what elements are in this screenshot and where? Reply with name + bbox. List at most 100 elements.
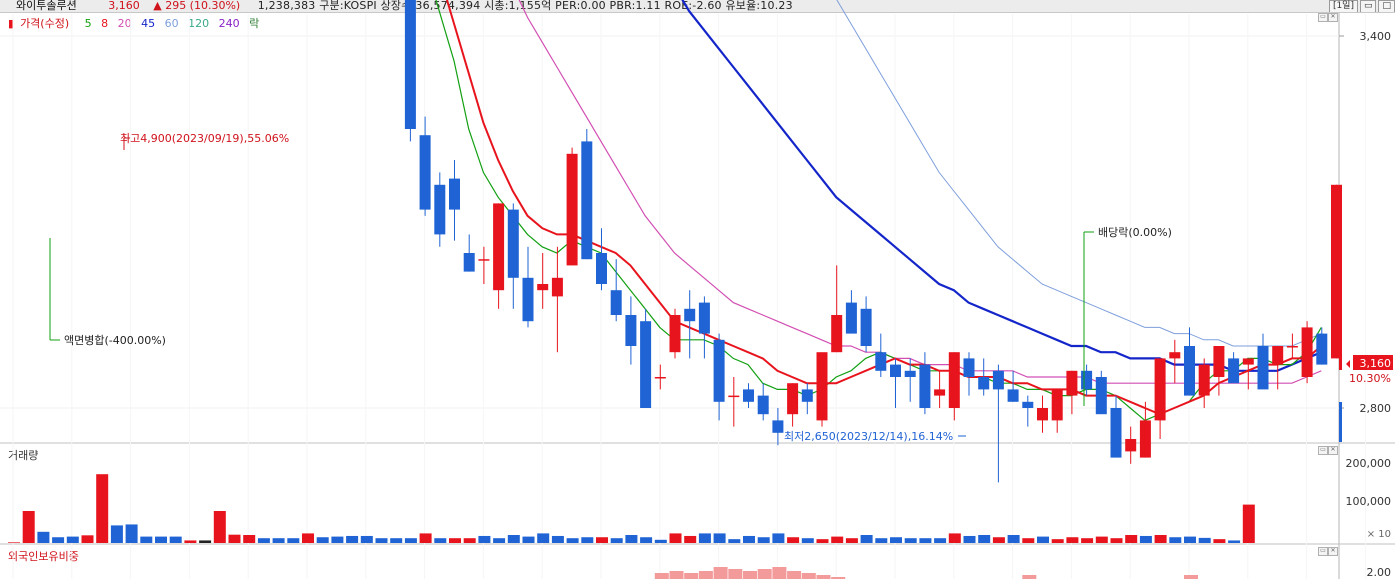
candle-body [507,209,519,278]
volume-bar [978,535,991,543]
volume-bar [566,538,579,543]
split-annotation: 액면병합(-400.00%) [64,334,166,347]
candle-body [625,315,637,346]
volume-bar [1007,535,1020,543]
volume-bar [52,537,65,543]
current-price-value: 3,160 [1360,357,1392,370]
volume-bar [243,535,256,543]
foreign-bar [728,569,743,579]
volume-bar [463,538,476,543]
volume-bar [743,535,755,543]
stock-chart[interactable]: 200,000 100,000 × 10 2.00 최고4,900(2023/09/… [0,0,1395,579]
volume-bar [228,534,241,543]
volume-bar [1110,538,1123,543]
low-annotation: 최저2,650(2023/12/14),16.14% [784,430,953,443]
volume-bar [1022,538,1035,543]
candle-body [934,389,946,396]
volume-bar [669,533,682,543]
volume-bar [845,538,858,543]
volume-bar [831,536,844,543]
candle-body [1213,346,1225,377]
candle-body [757,395,769,415]
volume-bar [757,537,770,543]
candle-body [728,395,740,398]
candle-body [860,308,872,346]
volume-bar [81,535,94,543]
candle-body [1037,408,1048,421]
volume-bar [1213,539,1226,543]
volume-bar [169,536,182,543]
foreign-bar [801,573,816,579]
candle-body [698,302,710,334]
ma45-line [681,0,1322,372]
candle-body [1110,408,1122,458]
foreign-bar [787,571,802,579]
dividend-annotation: 배당락(0.00%) [1098,226,1172,239]
volume-bar [375,538,388,543]
candle-body [1316,333,1328,365]
volume-bar [96,474,109,543]
volume-bar [654,539,667,543]
volume-bar [992,537,1005,543]
volume-bar [551,535,564,543]
candle-body [1301,327,1313,377]
candle-body [1242,358,1254,365]
candle-body [1154,358,1166,421]
candle-body [581,141,593,260]
candle-body [978,377,990,390]
foreign-bar [743,571,757,579]
candle-body [449,178,460,210]
candle-body [1228,358,1240,384]
volume-bar [684,535,697,543]
high-annotation: 최고4,900(2023/09/19),55.06% [120,132,289,145]
foreign-bar [713,567,728,579]
candle-body [787,383,799,415]
volume-bar [1125,535,1138,543]
volume-bar [963,535,976,543]
price-axis-label: 2,800 [1360,402,1392,415]
candle-body [1198,364,1210,396]
volume-bar [302,533,314,543]
volume-bar [22,511,35,543]
volume-bar [596,537,608,543]
volume-bar [625,535,638,543]
candle-body [772,420,784,433]
volume-bar [37,531,50,543]
volume-bar [890,537,902,543]
volume-bar [640,537,653,543]
volume-bar [772,533,785,543]
foreign-bar [1184,575,1198,579]
candle-body [551,277,563,297]
volume-bar [155,536,167,543]
volume-bar [1242,504,1255,543]
volume-bar [287,538,300,543]
volume-bar [522,536,535,543]
candle-body [992,370,1004,390]
foreign-bar [1022,575,1037,579]
volume-bar [66,536,79,543]
volume-bar [390,538,403,543]
volume-bar [360,535,373,543]
candle-body [684,308,696,322]
foreign-bar [654,573,669,579]
candle-body [537,284,549,291]
volume-axis-label: 200,000 [1346,457,1392,470]
foreign-bar [669,571,684,579]
volume-bar [316,537,329,543]
volume-bar [272,538,285,543]
foreign-bar [816,575,831,579]
volume-bar [434,538,447,543]
candle-body [963,358,975,377]
volume-bar [493,538,506,543]
candle-body [743,389,754,402]
volume-axis-unit: × 10 [1367,529,1391,540]
volume-bar [1095,536,1108,543]
candle-body [845,302,857,334]
volume-bar [934,538,947,543]
candle-body [1007,389,1019,402]
volume-bar [1169,537,1182,543]
foreign-axis-label: 2.00 [1367,566,1392,579]
candle-body [713,339,725,402]
volume-bar [904,538,917,543]
volume-bar [125,524,138,543]
